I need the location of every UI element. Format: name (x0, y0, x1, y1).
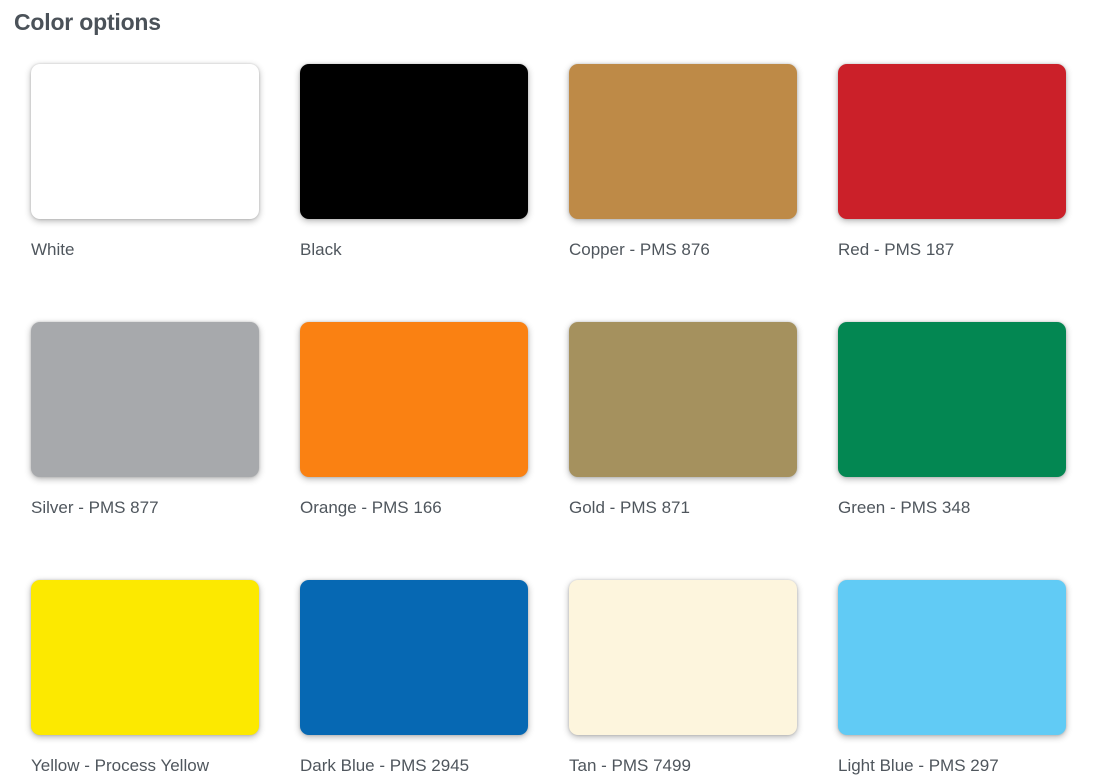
color-swatch-item[interactable]: Orange - PMS 166 (300, 322, 528, 519)
color-swatch-label: Copper - PMS 876 (569, 240, 710, 259)
color-swatch-label: Gold - PMS 871 (569, 498, 690, 517)
color-swatch-chip[interactable] (31, 322, 259, 477)
color-swatch-chip[interactable] (569, 64, 797, 219)
color-swatch-chip[interactable] (569, 580, 797, 735)
color-swatch-item[interactable]: Light Blue - PMS 297 (838, 580, 1066, 777)
color-swatch-chip[interactable] (300, 580, 528, 735)
color-swatch-item[interactable]: Black (300, 64, 528, 261)
page-title: Color options (14, 9, 161, 35)
color-swatch-label: Orange - PMS 166 (300, 498, 442, 517)
color-swatch-item[interactable]: Yellow - Process Yellow (31, 580, 259, 777)
color-swatch-label: Yellow - Process Yellow (31, 756, 209, 775)
color-swatch-label: Black (300, 240, 342, 259)
color-swatch-label: Light Blue - PMS 297 (838, 756, 999, 775)
color-swatch-chip[interactable] (838, 580, 1066, 735)
color-swatch-item[interactable]: Green - PMS 348 (838, 322, 1066, 519)
color-swatch-item[interactable]: White (31, 64, 259, 261)
color-swatch-chip[interactable] (300, 322, 528, 477)
color-swatch-grid: White Black Copper - PMS 876 Red - PMS 187 S… (31, 64, 1071, 777)
color-swatch-label: Dark Blue - PMS 2945 (300, 756, 470, 775)
color-swatch-item[interactable]: Silver - PMS 877 (31, 322, 259, 519)
color-swatch-chip[interactable] (300, 64, 528, 219)
color-swatch-label: Green - PMS 348 (838, 498, 971, 517)
color-swatch-label: Red - PMS 187 (838, 240, 955, 259)
color-swatch-chip[interactable] (838, 322, 1066, 477)
color-swatch-label: White (31, 240, 75, 259)
color-options-page: Color options White Black Copper - PMS 876… (0, 0, 1095, 775)
color-swatch-chip[interactable] (31, 580, 259, 735)
color-swatch-chip[interactable] (31, 64, 259, 219)
color-swatch-item[interactable]: Red - PMS 187 (838, 64, 1066, 261)
color-swatch-item[interactable]: Gold - PMS 871 (569, 322, 797, 519)
color-swatch-chip[interactable] (569, 322, 797, 477)
color-swatch-item[interactable]: Dark Blue - PMS 2945 (300, 580, 528, 777)
color-swatch-item[interactable]: Tan - PMS 7499 (569, 580, 797, 777)
color-swatch-label: Tan - PMS 7499 (569, 756, 691, 775)
color-swatch-chip[interactable] (838, 64, 1066, 219)
color-swatch-item[interactable]: Copper - PMS 876 (569, 64, 797, 261)
color-swatch-label: Silver - PMS 877 (31, 498, 159, 517)
